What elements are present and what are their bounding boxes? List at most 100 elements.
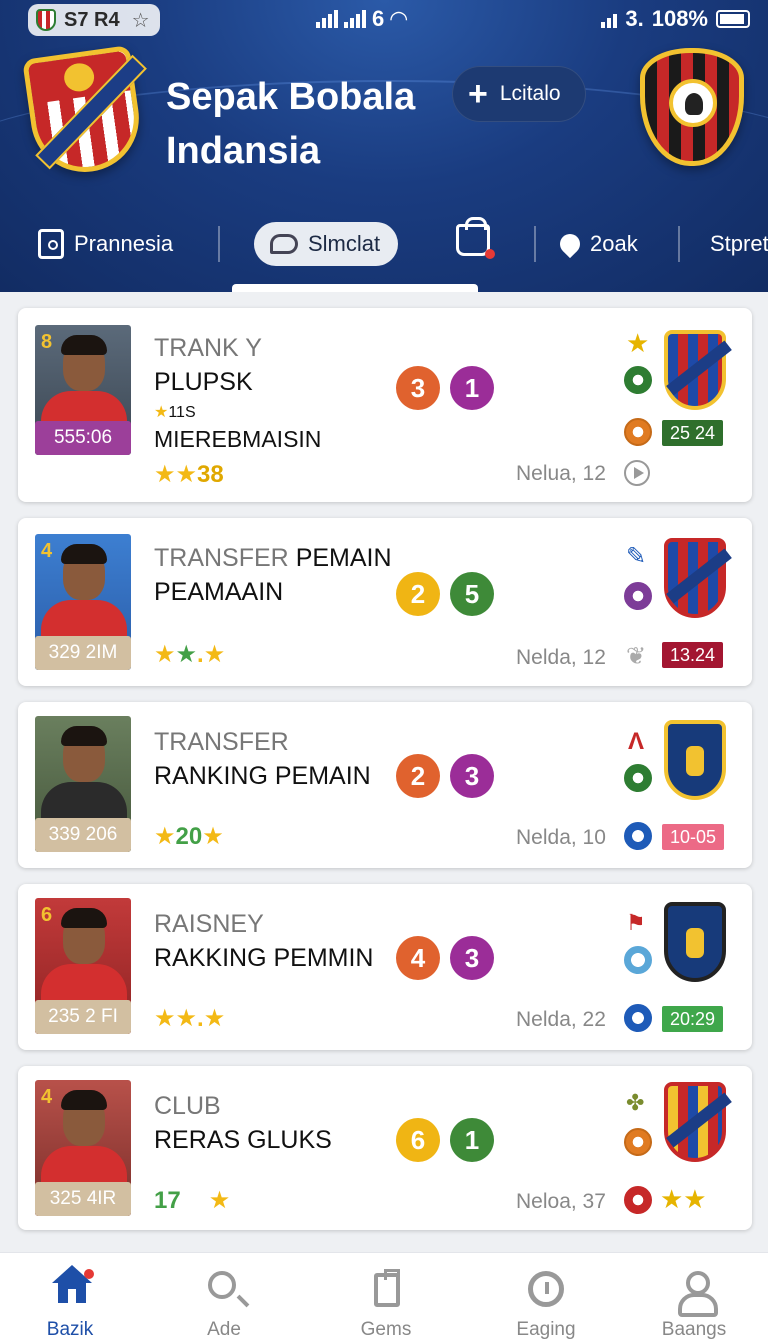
nav-label: Baangs	[661, 1319, 727, 1340]
card-meta: Nelda, 10	[516, 826, 606, 849]
nav-home[interactable]: Bazik	[10, 1253, 130, 1344]
search-icon	[204, 1269, 244, 1309]
signal-icon	[316, 10, 338, 28]
club-badge-icon	[624, 582, 652, 610]
score-home: 4	[396, 936, 440, 980]
star-icon: ★★.★	[154, 1005, 226, 1032]
club-crest	[664, 538, 732, 618]
club-crest-right	[640, 48, 744, 166]
wings-icon: ❦	[626, 643, 647, 670]
status-pill: S7 R4 ☆	[28, 4, 160, 36]
card-title: PEAMAAIN	[154, 578, 284, 606]
flag-icon: ⚑	[626, 910, 646, 935]
player-number: 6	[41, 904, 53, 926]
nav-gems[interactable]: Gems	[326, 1253, 446, 1344]
page-title: Sepak Bobala Indansia	[166, 70, 446, 178]
club-badge-icon	[624, 1004, 652, 1032]
score-home: 3	[396, 366, 440, 410]
tab-divider	[678, 226, 680, 262]
card-meta: Neloa, 37	[516, 1190, 606, 1213]
star-icon: ★★	[154, 461, 198, 488]
player-number: 4	[41, 540, 53, 562]
card-category: TRANSFER PEMAIN	[154, 544, 392, 572]
card-title: PLUPSK	[154, 368, 253, 396]
tab-label: Slmclat	[308, 231, 381, 256]
nav-search[interactable]: Ade	[164, 1253, 284, 1344]
home-icon	[50, 1265, 94, 1309]
league-crest-left	[22, 45, 147, 179]
star-icon: ★★	[660, 1184, 707, 1214]
star-icon: ★	[154, 641, 176, 668]
club-badge-icon	[624, 764, 652, 792]
news-card[interactable]: 6 235 2 FI RAISNEY RAKKING PEMMIN ★★.★ 4…	[18, 884, 752, 1050]
nav-eaging[interactable]: Eaging	[486, 1253, 606, 1344]
tab-slmclat[interactable]: Slmclat	[254, 222, 399, 266]
heart-icon	[555, 229, 585, 259]
club-badge-icon	[624, 1128, 652, 1156]
card-title: RERAS GLUKS	[154, 1126, 332, 1154]
player-tag: 329 2IM	[35, 636, 131, 670]
status-right: 3. 108%	[601, 6, 750, 32]
player-tag: 555:06	[35, 421, 131, 455]
card-rating: ★★.★	[154, 641, 226, 668]
news-card[interactable]: 339 206 TRANSFER RANKING PEMAIN ★20★ 2 3…	[18, 702, 752, 868]
status-left-text: S7 R4	[64, 8, 120, 31]
basket-icon[interactable]	[456, 217, 495, 259]
club-crest	[664, 330, 732, 410]
news-card[interactable]: 4 325 4IR CLUB RERAS GLUKS 17 ★ 6 1 Neloa…	[18, 1066, 752, 1230]
plus-icon: +	[468, 75, 488, 113]
tab-divider	[218, 226, 220, 262]
tab-label: Stpret	[710, 231, 768, 256]
player-photo: 339 206	[35, 716, 131, 852]
news-card[interactable]: 8 555:06 TRANK Y PLUPSK ★11S MIEREBMAISI…	[18, 308, 752, 502]
score-home: 2	[396, 754, 440, 798]
clipboard-icon	[366, 1269, 406, 1309]
nav-profile[interactable]: Baangs	[634, 1253, 754, 1344]
score-away: 1	[450, 1118, 494, 1162]
add-button[interactable]: + Lcitalo	[452, 66, 586, 122]
tab-prannesia[interactable]: Prannesia	[38, 222, 173, 266]
star-icon: ★	[154, 823, 176, 850]
club-badge-icon	[624, 946, 652, 974]
score-home: 2	[396, 572, 440, 616]
whistle-icon	[270, 234, 298, 254]
card-category: TRANK Y	[154, 334, 262, 362]
tab-label: 2oak	[590, 231, 638, 256]
card-rating: ★20★	[154, 823, 224, 850]
player-number: 4	[41, 1086, 53, 1108]
nav-label: Ade	[207, 1319, 241, 1340]
card-meta: Nelda, 22	[516, 1008, 606, 1031]
card-rating: ★★.★	[154, 1004, 225, 1033]
title-line-2: Indansia	[166, 130, 321, 172]
add-button-label: Lcitalo	[499, 82, 561, 105]
player-tag: 325 4IR	[35, 1182, 131, 1216]
card-category: TRANSFER	[154, 728, 289, 756]
club-crest	[664, 1082, 732, 1162]
score-home: 6	[396, 1118, 440, 1162]
tab-stpret[interactable]: Stpret	[710, 222, 768, 266]
club-badge-icon	[624, 418, 652, 446]
card-title: RANKING PEMAIN	[154, 762, 371, 790]
date-badge: 10-05	[662, 824, 725, 850]
club-badge-icon	[624, 822, 652, 850]
nav-label: Gems	[360, 1319, 412, 1340]
emblem-icon: ✤	[626, 1090, 645, 1115]
card-title: RAKKING PEMMIN	[154, 944, 374, 972]
player-photo: 4 325 4IR	[35, 1080, 131, 1216]
play-icon[interactable]	[624, 460, 650, 486]
emblem-icon: ✎	[626, 543, 647, 570]
card-rating: 17 ★	[154, 1187, 231, 1214]
clipboard-icon	[38, 229, 64, 259]
card-category: RAISNEY	[154, 910, 264, 938]
news-card[interactable]: 4 329 2IM TRANSFER PEMAIN PEAMAAIN ★★.★ …	[18, 518, 752, 686]
battery-icon	[716, 10, 750, 28]
club-badge-icon	[624, 1186, 652, 1214]
status-bar: S7 R4 ☆ 6 ◠ 3. 108%	[0, 0, 768, 40]
score-away: 3	[450, 754, 494, 798]
tab-2oak[interactable]: 2oak	[555, 222, 638, 266]
star-outline-icon: ☆	[131, 9, 150, 32]
star-icon: ★	[626, 328, 650, 358]
card-category: CLUB	[154, 1092, 221, 1120]
bottom-nav: Bazik Ade Gems Eaging Baangs	[0, 1252, 768, 1344]
adidas-icon: Λ	[628, 728, 645, 755]
